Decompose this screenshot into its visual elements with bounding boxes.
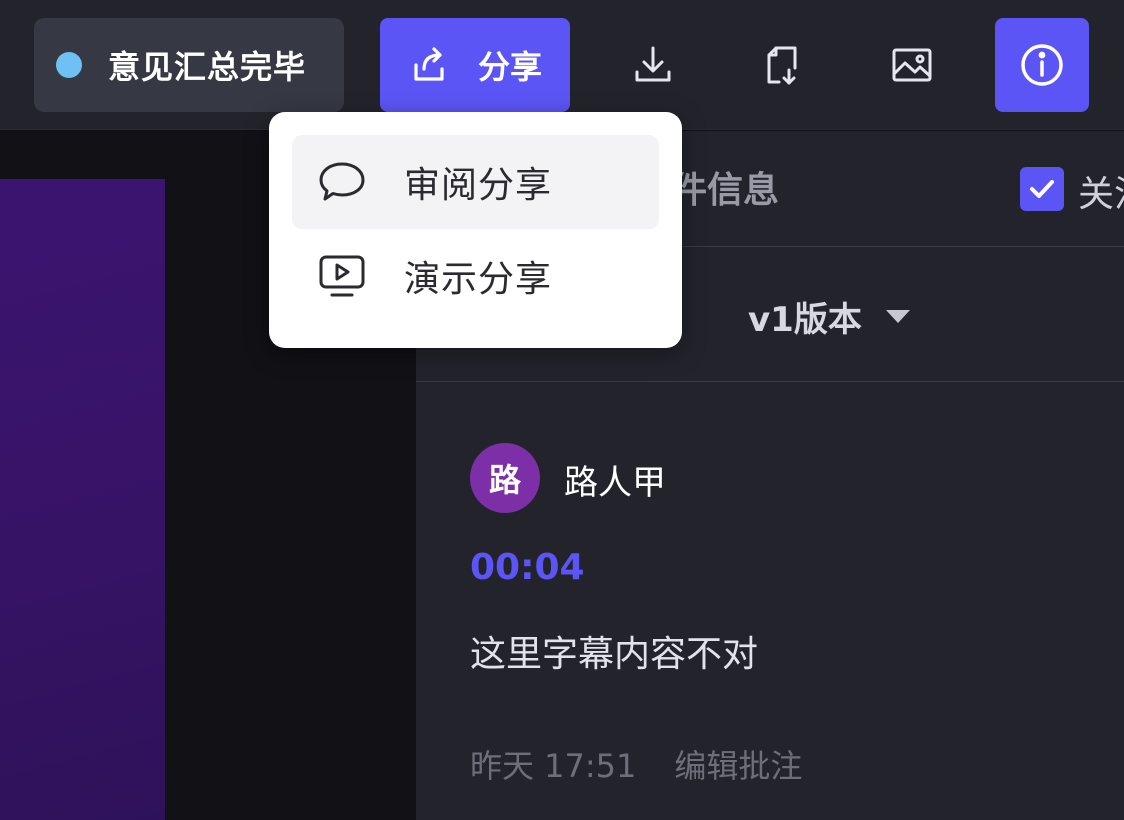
menu-item-label: 审阅分享 bbox=[404, 165, 553, 206]
avatar: 路 bbox=[470, 443, 540, 513]
download-button[interactable] bbox=[606, 18, 700, 112]
top-toolbar: 意见汇总完毕 分享 bbox=[0, 0, 1124, 130]
chevron-down-icon bbox=[885, 310, 910, 323]
version-label: v1版本 bbox=[748, 300, 862, 340]
share-button[interactable]: 分享 bbox=[380, 18, 570, 112]
download-icon bbox=[635, 46, 671, 82]
menu-item-presentation-share[interactable]: 演示分享 bbox=[292, 229, 659, 323]
share-dropdown-menu: 审阅分享 演示分享 bbox=[269, 112, 682, 348]
follow-checkbox[interactable] bbox=[1020, 167, 1064, 211]
comment-timecode[interactable]: 00:04 bbox=[470, 547, 585, 588]
menu-item-review-share[interactable]: 审阅分享 bbox=[292, 135, 659, 229]
presentation-play-icon bbox=[319, 255, 365, 297]
image-icon bbox=[892, 48, 932, 82]
export-file-button[interactable] bbox=[735, 18, 829, 112]
follow-checkbox-label: 关注 bbox=[1078, 174, 1124, 215]
menu-item-label: 演示分享 bbox=[404, 259, 553, 300]
file-download-icon bbox=[767, 46, 797, 85]
comment-meta: 昨天 17:51 编辑批注 bbox=[470, 741, 802, 787]
share-label: 分享 bbox=[477, 48, 542, 86]
info-button[interactable] bbox=[995, 18, 1089, 112]
checkmark-icon bbox=[1030, 180, 1054, 198]
comment-bubble-icon bbox=[319, 162, 365, 201]
video-preview[interactable] bbox=[0, 179, 165, 820]
share-icon bbox=[414, 47, 444, 81]
tab-file-info[interactable]: 件信息 bbox=[671, 161, 779, 213]
status-label: 意见汇总完毕 bbox=[108, 48, 307, 86]
comment-text: 这里字幕内容不对 bbox=[470, 634, 759, 675]
version-select[interactable]: v1版本 bbox=[748, 292, 910, 341]
screenshot-button[interactable] bbox=[865, 18, 959, 112]
comment-author: 路人甲 bbox=[564, 463, 666, 503]
status-dot bbox=[56, 52, 82, 78]
info-icon bbox=[1021, 44, 1063, 86]
edit-comment-link[interactable]: 编辑批注 bbox=[674, 741, 802, 787]
comment-time: 昨天 17:51 bbox=[470, 747, 637, 785]
status-indicator[interactable]: 意见汇总完毕 bbox=[34, 18, 344, 112]
